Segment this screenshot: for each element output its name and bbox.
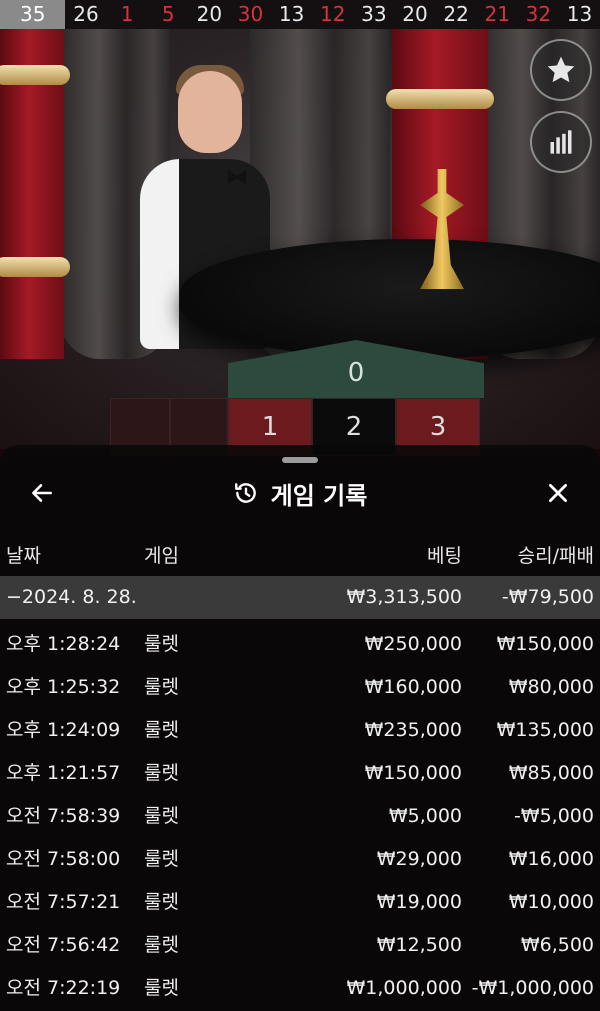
row-time: 오전 7:57:21 <box>6 891 121 913</box>
row-time: 오후 1:28:24 <box>6 633 121 655</box>
pillar <box>0 29 70 359</box>
row-bet: ₩1,000,000 <box>346 977 462 999</box>
date-summary-row[interactable]: −2024. 8. 28. ₩3,313,500 -₩79,500 <box>0 576 600 619</box>
dealer-face <box>178 71 242 153</box>
history-row[interactable]: 오전 7:58:00 룰렛 ₩29,000 ₩16,000 <box>0 838 600 881</box>
row-win-loss: ₩85,000 <box>508 762 594 784</box>
column-header-date: 날짜 <box>6 545 41 567</box>
summary-bet: ₩3,313,500 <box>346 586 462 608</box>
history-row[interactable]: 오후 1:28:24 룰렛 ₩250,000 ₩150,000 <box>0 623 600 666</box>
history-table-header: 날짜 게임 베팅 승리/패배 <box>0 535 600 578</box>
row-game: 룰렛 <box>144 633 179 655</box>
row-bet: ₩250,000 <box>364 633 462 655</box>
column-header-bet: 베팅 <box>427 545 462 567</box>
sheet-title-text: 게임 기록 <box>270 481 368 510</box>
row-game: 룰렛 <box>144 977 179 999</box>
history-row[interactable]: 오후 1:25:32 룰렛 ₩160,000 ₩80,000 <box>0 666 600 709</box>
row-win-loss: ₩16,000 <box>508 848 594 870</box>
result-number: 35 <box>0 0 66 29</box>
history-icon <box>234 483 256 503</box>
row-game: 룰렛 <box>144 805 179 827</box>
row-bet: ₩5,000 <box>388 805 462 827</box>
row-win-loss: -₩5,000 <box>513 805 594 827</box>
bet-cell-zero[interactable]: 0 <box>228 340 484 398</box>
row-win-loss: ₩135,000 <box>496 719 594 741</box>
statistics-button[interactable] <box>530 111 592 173</box>
row-win-loss: ₩80,000 <box>508 676 594 698</box>
close-icon <box>549 484 567 502</box>
summary-date: −2024. 8. 28. <box>6 586 137 608</box>
result-number: 20 <box>196 2 223 26</box>
close-button[interactable] <box>538 473 578 513</box>
history-row[interactable]: 오전 7:58:39 룰렛 ₩5,000 -₩5,000 <box>0 795 600 838</box>
history-row[interactable]: 오전 7:56:42 룰렛 ₩12,500 ₩6,500 <box>0 924 600 967</box>
drag-handle[interactable] <box>282 457 318 463</box>
row-time: 오전 7:58:00 <box>6 848 121 870</box>
history-row[interactable]: 오후 1:21:57 룰렛 ₩150,000 ₩85,000 <box>0 752 600 795</box>
row-win-loss: ₩10,000 <box>508 891 594 913</box>
row-time: 오전 7:22:19 <box>6 977 121 999</box>
row-time: 오후 1:24:09 <box>6 719 121 741</box>
row-game: 룰렛 <box>144 891 179 913</box>
row-game: 룰렛 <box>144 848 179 870</box>
result-number: 12 <box>319 2 346 26</box>
column-header-game: 게임 <box>144 545 179 567</box>
game-history-sheet: 게임 기록 날짜 게임 베팅 승리/패배 −2024. 8. 28. ₩3,31… <box>0 445 600 1011</box>
result-number: 33 <box>361 2 387 26</box>
result-number: 22 <box>443 2 469 26</box>
row-time: 오후 1:21:57 <box>6 762 121 784</box>
result-number: 13 <box>278 2 305 26</box>
summary-win-loss: -₩79,500 <box>501 586 594 608</box>
row-win-loss: -₩1,000,000 <box>471 977 594 999</box>
recent-results-strip: 35 26 1 5 20 30 13 12 33 20 22 21 32 13 <box>0 0 600 29</box>
row-game: 룰렛 <box>144 676 179 698</box>
favorite-button[interactable] <box>530 39 592 101</box>
row-bet: ₩12,500 <box>376 934 462 956</box>
result-number: 21 <box>484 2 510 26</box>
result-number: 13 <box>566 2 593 26</box>
row-bet: ₩29,000 <box>376 848 462 870</box>
row-game: 룰렛 <box>144 719 179 741</box>
result-number: 5 <box>161 2 175 26</box>
star-icon <box>547 56 575 83</box>
history-row[interactable]: 오전 7:22:19 룰렛 ₩1,000,000 -₩1,000,000 <box>0 967 600 1010</box>
result-number: 20 <box>402 2 428 26</box>
row-bet: ₩19,000 <box>376 891 462 913</box>
result-number: 32 <box>525 2 552 26</box>
result-number: 26 <box>73 2 99 26</box>
row-win-loss: ₩6,500 <box>520 934 594 956</box>
row-time: 오전 7:56:42 <box>6 934 121 956</box>
column-header-win-loss: 승리/패배 <box>517 545 594 567</box>
row-time: 오전 7:58:39 <box>6 805 121 827</box>
row-bet: ₩150,000 <box>364 762 462 784</box>
row-game: 룰렛 <box>144 762 179 784</box>
row-bet: ₩235,000 <box>364 719 462 741</box>
row-bet: ₩160,000 <box>364 676 462 698</box>
row-win-loss: ₩150,000 <box>496 633 594 655</box>
row-game: 룰렛 <box>144 934 179 956</box>
bar-chart-icon <box>550 130 572 154</box>
history-row[interactable]: 오전 7:57:21 룰렛 ₩19,000 ₩10,000 <box>0 881 600 924</box>
row-time: 오후 1:25:32 <box>6 676 121 698</box>
result-number: 30 <box>237 2 264 26</box>
history-row[interactable]: 오후 1:24:09 룰렛 ₩235,000 ₩135,000 <box>0 709 600 752</box>
sheet-title: 게임 기록 <box>0 473 600 513</box>
result-number: 1 <box>120 2 134 26</box>
